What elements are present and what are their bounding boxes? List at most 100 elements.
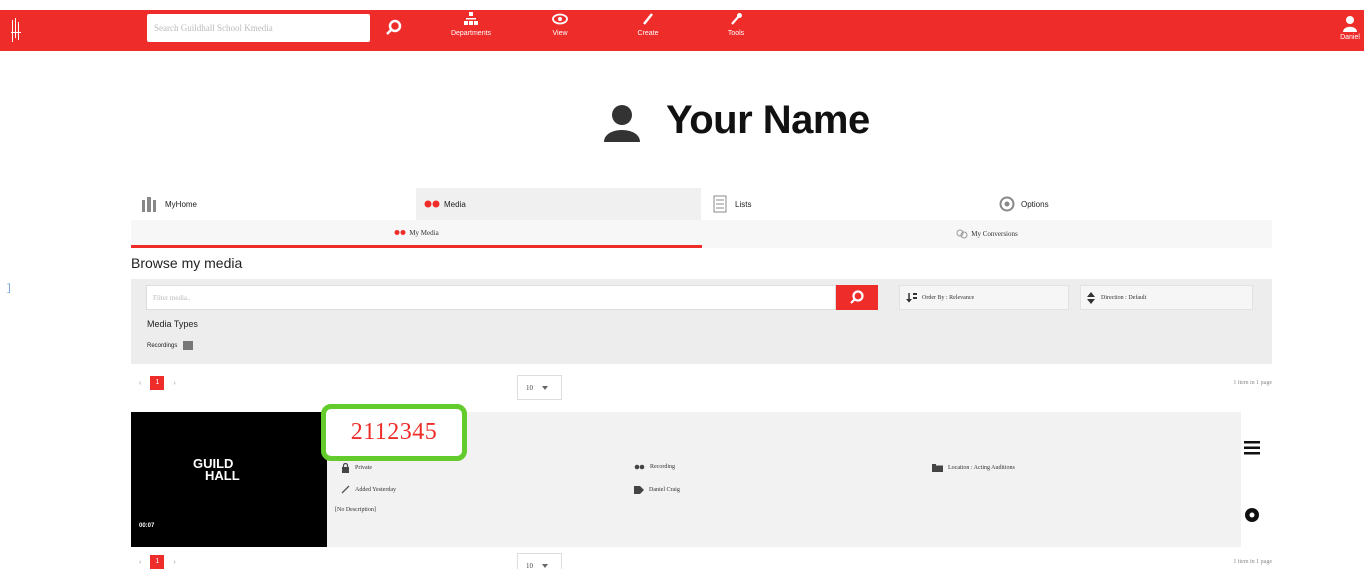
nav-label: Create xyxy=(637,30,659,37)
tab-options[interactable]: Options xyxy=(986,188,1272,220)
prev-page-button[interactable]: ‹ xyxy=(139,559,141,566)
search-icon[interactable] xyxy=(380,14,408,42)
entry-type: Recording xyxy=(634,464,675,470)
conversions-icon xyxy=(956,229,968,239)
privacy-label: Private xyxy=(355,465,372,471)
media-icon xyxy=(394,230,406,235)
filter-media-input[interactable]: Filter media.. xyxy=(146,285,836,310)
pencil-icon xyxy=(341,485,350,494)
tab-myhome[interactable]: MyHome xyxy=(131,188,416,220)
nav-departments[interactable]: Departments xyxy=(447,10,495,51)
pagination-bottom: ‹ 1 › xyxy=(139,555,176,569)
guildhall-logo-icon[interactable] xyxy=(10,16,22,46)
tab-label: Media xyxy=(444,199,466,209)
sort-direction-icon xyxy=(1087,291,1095,304)
media-types-label: Media Types xyxy=(147,319,198,329)
order-by-select[interactable]: Order By : Relevance xyxy=(899,285,1069,310)
wrench-icon xyxy=(731,13,742,25)
tab-lists[interactable]: Lists xyxy=(701,188,986,220)
media-icon xyxy=(634,464,645,470)
pencil-icon xyxy=(643,13,653,25)
entry-id-highlight: 2112345 xyxy=(321,404,467,461)
nav-label: View xyxy=(552,30,568,37)
tab-label: Lists xyxy=(735,199,752,209)
user-icon xyxy=(1343,16,1357,32)
home-icon xyxy=(142,197,156,212)
pagination-top: ‹ 1 › xyxy=(139,376,176,390)
owner-label: Daniel Craig xyxy=(649,487,680,493)
items-count: 1 item in 1 page xyxy=(1233,380,1272,386)
subtab-label: My Media xyxy=(409,228,439,237)
chevron-down-icon xyxy=(542,385,548,390)
page-1-button[interactable]: 1 xyxy=(150,555,165,569)
direction-select[interactable]: Direction : Default xyxy=(1080,285,1253,310)
side-bracket-mark: ] xyxy=(6,284,13,295)
page-size-select[interactable]: 10 xyxy=(517,375,562,400)
entry-owner: Daniel Craig xyxy=(634,486,680,494)
entry-added: Added Yesterday xyxy=(341,485,396,494)
entry-privacy: Private xyxy=(341,463,372,473)
order-by-label: Order By : Relevance xyxy=(922,294,975,301)
tab-media[interactable]: Media xyxy=(416,188,701,220)
next-page-button[interactable]: › xyxy=(173,559,175,566)
tab-label: MyHome xyxy=(165,199,198,209)
entry-actions xyxy=(1241,412,1272,547)
thumbnail-logo: GUILD HALL xyxy=(193,457,240,483)
subtab-my-media[interactable]: My Media xyxy=(131,220,702,248)
eye-icon xyxy=(552,13,568,25)
user-avatar-icon xyxy=(604,105,640,142)
page-size-value: 10 xyxy=(526,383,533,392)
nav-label: Departments xyxy=(450,30,492,37)
media-type-recordings[interactable]: Recordings xyxy=(147,341,194,350)
menu-icon[interactable] xyxy=(1244,441,1260,455)
user-menu[interactable]: Daniel xyxy=(1336,10,1364,51)
gear-icon[interactable] xyxy=(1244,507,1260,523)
nav-tools[interactable]: Tools xyxy=(723,10,749,51)
tab-label: Options xyxy=(1021,199,1049,209)
page-size-select[interactable]: 10 xyxy=(517,553,562,569)
page-title: Your Name xyxy=(666,98,870,142)
nav-view[interactable]: View xyxy=(546,10,574,51)
direction-label: Direction : Default xyxy=(1101,294,1147,301)
nav-label: Tools xyxy=(727,30,745,37)
media-entry-row[interactable]: GUILD HALL 00:07 Private Added Yesterday… xyxy=(131,412,1241,547)
entry-location: Location : Acting Auditions xyxy=(932,464,1015,472)
folder-icon xyxy=(932,464,943,472)
entry-duration: 00:07 xyxy=(139,523,155,529)
lock-icon xyxy=(342,463,349,473)
gear-icon xyxy=(999,196,1015,212)
user-name: Daniel xyxy=(1340,34,1360,41)
entry-id[interactable]: 2112345 xyxy=(351,419,438,446)
main-tabs: MyHome Media Lists Options xyxy=(131,188,1272,220)
browse-title: Browse my media xyxy=(131,255,243,271)
page-size-value: 10 xyxy=(526,561,533,569)
location-label: Location : Acting Auditions xyxy=(948,465,1015,471)
filter-panel: Filter media.. Order By : Relevance Dire… xyxy=(131,279,1272,364)
list-icon xyxy=(713,195,727,213)
tag-icon xyxy=(634,486,644,494)
recordings-checkbox[interactable] xyxy=(183,341,194,350)
nav-create[interactable]: Create xyxy=(632,10,664,51)
prev-page-button[interactable]: ‹ xyxy=(139,380,141,387)
sitemap-icon xyxy=(464,12,478,25)
next-page-button[interactable]: › xyxy=(173,380,175,387)
top-navbar: Search Guildhall School Kmedia Departmen… xyxy=(0,10,1364,51)
media-icon xyxy=(424,200,440,208)
description-label: [No Description] xyxy=(335,507,376,513)
filter-search-button[interactable] xyxy=(836,285,878,310)
entry-thumbnail[interactable]: GUILD HALL 00:07 xyxy=(131,412,327,547)
search-icon xyxy=(850,290,864,304)
media-subtabs: My Media My Conversions xyxy=(131,220,1272,248)
entry-description: [No Description] xyxy=(335,507,376,513)
sort-icon xyxy=(906,293,917,303)
type-label: Recording xyxy=(650,464,675,470)
recordings-label: Recordings xyxy=(147,342,178,349)
site-search-input[interactable]: Search Guildhall School Kmedia xyxy=(147,14,370,42)
subtab-my-conversions[interactable]: My Conversions xyxy=(702,220,1272,248)
thumbnail-logo-line2: HALL xyxy=(205,468,240,483)
page-1-button[interactable]: 1 xyxy=(150,376,165,390)
chevron-down-icon xyxy=(542,563,548,568)
subtab-label: My Conversions xyxy=(971,230,1018,238)
items-count: 1 item in 1 page xyxy=(1233,559,1272,565)
added-label: Added Yesterday xyxy=(355,486,396,493)
